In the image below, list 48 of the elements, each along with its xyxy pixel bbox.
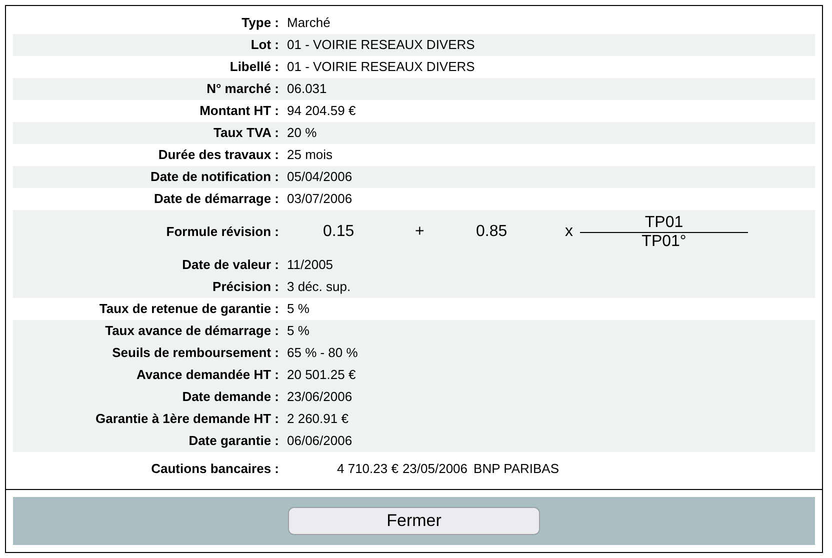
field-value: 11/2005 bbox=[287, 256, 334, 274]
field-value: 2 260.91 € bbox=[287, 410, 348, 428]
field-value: 5 % bbox=[287, 300, 310, 318]
formula-coefficient: 0.85 bbox=[476, 222, 508, 242]
field-label: Date de démarrage : bbox=[154, 191, 279, 206]
field-label: Seuils de remboursement : bbox=[112, 345, 279, 360]
field-label: Date demande : bbox=[182, 389, 279, 404]
field-label: Durée des travaux : bbox=[158, 147, 279, 162]
field-value: 01 - VOIRIE RESEAUX DIVERS bbox=[287, 58, 475, 76]
field-value: 06.031 bbox=[287, 80, 327, 98]
field-value: Marché bbox=[287, 14, 330, 32]
field-value: 3 déc. sup. bbox=[287, 278, 351, 296]
formula-coefficient: 0.15 bbox=[323, 222, 356, 242]
caution-bank: BNP PARIBAS bbox=[474, 460, 560, 478]
field-label: N° marché : bbox=[206, 81, 279, 96]
field-label: Taux avance de démarrage : bbox=[105, 323, 279, 338]
field-value: 5 % bbox=[287, 322, 310, 340]
fraction-numerator: TP01 bbox=[644, 214, 684, 232]
field-label: Lot : bbox=[250, 37, 279, 52]
field-value: 25 mois bbox=[287, 146, 333, 164]
multiply-sign: x bbox=[565, 222, 574, 242]
field-label: Avance demandée HT : bbox=[136, 367, 279, 382]
field-value: 23/06/2006 bbox=[287, 388, 352, 406]
field-label: Date de notification : bbox=[150, 169, 279, 184]
field-label: Montant HT : bbox=[200, 103, 279, 118]
field-value: 06/06/2006 bbox=[287, 432, 352, 450]
field-value: 65 % - 80 % bbox=[287, 344, 358, 362]
field-value: 03/07/2006 bbox=[287, 190, 352, 208]
field-label: Date de valeur : bbox=[182, 257, 279, 272]
field-value: 05/04/2006 bbox=[287, 168, 352, 186]
field-label: Date garantie : bbox=[188, 433, 279, 448]
field-label: Type : bbox=[242, 15, 279, 30]
field-label: Garantie à 1ère demande HT : bbox=[95, 411, 279, 426]
field-value: 01 - VOIRIE RESEAUX DIVERS bbox=[287, 36, 475, 54]
field-value: 20 % bbox=[287, 124, 317, 142]
field-value: 94 204.59 € bbox=[287, 102, 356, 120]
field-label: Taux de retenue de garantie : bbox=[99, 301, 279, 316]
caution-date: 23/05/2006 bbox=[402, 460, 468, 478]
field-label: Formule révision : bbox=[166, 224, 279, 240]
caution-amount: 4 710.23 € bbox=[337, 460, 398, 478]
plus-sign: + bbox=[415, 222, 426, 242]
field-label: Libellé : bbox=[230, 59, 279, 74]
field-value: 20 501.25 € bbox=[287, 366, 356, 384]
close-button[interactable]: Fermer bbox=[288, 507, 540, 535]
field-label: Taux TVA : bbox=[214, 125, 279, 140]
field-label: Précision : bbox=[212, 279, 279, 294]
field-label: Cautions bancaires : bbox=[151, 461, 279, 476]
fraction-denominator: TP01° bbox=[642, 232, 686, 250]
